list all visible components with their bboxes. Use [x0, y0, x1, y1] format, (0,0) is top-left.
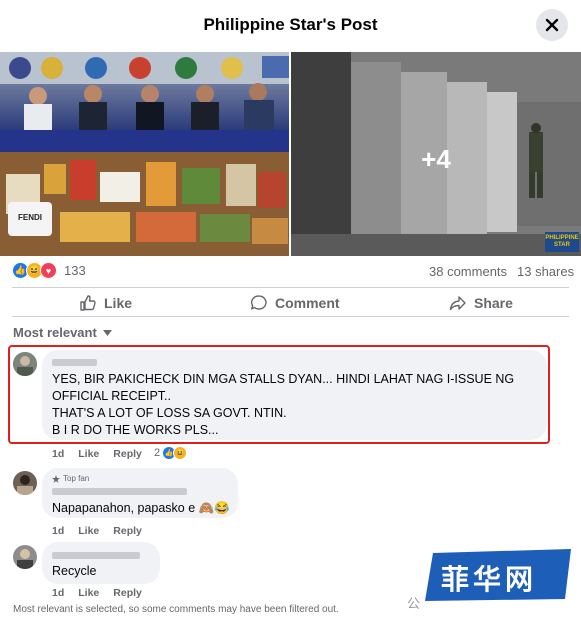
comment-bubble: Recycle [42, 542, 160, 584]
comment-bubble-icon [250, 295, 267, 310]
comment-text: Napapanahon, papasko e 🙈😂 [52, 501, 230, 515]
comment-like-link[interactable]: Like [78, 448, 99, 460]
post-header: Philippine Star's Post [0, 0, 581, 52]
comments-count-link[interactable]: 38 comments [429, 264, 507, 279]
caret-down-icon [102, 329, 112, 336]
watermark-text: 菲华网 [441, 563, 538, 596]
sort-label: Most relevant [13, 325, 97, 340]
avatar-image [13, 545, 37, 569]
photo-badge: PHILIPPINE STAR [545, 235, 579, 248]
highlight-box [8, 345, 550, 444]
comment-reply-link[interactable]: Reply [113, 587, 142, 599]
comment-bubble: Top fan Napapanahon, papasko e 🙈😂 [42, 468, 238, 518]
close-icon [545, 18, 559, 32]
poster-brand-text: FENDI [18, 213, 42, 222]
thumbs-up-icon [80, 295, 96, 311]
reaction-summary[interactable]: 👍 😆 ♥ 133 [12, 262, 86, 279]
post-photo-1[interactable]: FENDI [0, 52, 289, 256]
comment-reply-link[interactable]: Reply [113, 525, 142, 537]
comment-time[interactable]: 1d [52, 525, 64, 537]
divider-top [12, 287, 569, 288]
avatar[interactable] [13, 545, 37, 569]
comment-like-link[interactable]: Like [78, 525, 99, 537]
watermark: 公 菲华网 [407, 549, 577, 611]
comment-time[interactable]: 1d [52, 448, 64, 460]
post-photo-2[interactable]: +4 PHILIPPINE STAR [291, 52, 581, 256]
close-button[interactable] [536, 9, 568, 41]
haha-reaction-icon: 😆 [173, 446, 188, 460]
more-photos-count: +4 [421, 144, 451, 174]
comment-meta: 1d Like Reply [52, 587, 142, 599]
author-name-redacted [52, 552, 140, 559]
avatar-image [13, 471, 37, 495]
top-fan-badge: Top fan [52, 474, 89, 483]
comment-meta: 1d Like Reply [52, 525, 142, 537]
comment-reaction-count: 2 [154, 447, 161, 459]
comment-reactions[interactable]: 2 👍 😆 [154, 446, 188, 460]
love-reaction-icon: ♥ [40, 262, 57, 279]
avatar[interactable] [13, 471, 37, 495]
comment-reply-link[interactable]: Reply [113, 448, 142, 460]
top-fan-icon [52, 474, 60, 483]
shares-count-link[interactable]: 13 shares [517, 264, 574, 279]
comment-like-link[interactable]: Like [78, 587, 99, 599]
reaction-count: 133 [64, 263, 86, 278]
share-button[interactable]: Share [449, 294, 513, 312]
comment-time[interactable]: 1d [52, 587, 64, 599]
top-fan-label: Top fan [63, 474, 90, 483]
divider-bottom [12, 316, 569, 317]
like-label: Like [104, 295, 133, 311]
share-arrow-icon [449, 296, 466, 311]
watermark-prefix: 公 [407, 596, 421, 611]
press-conference-image: FENDI [0, 52, 289, 256]
author-name-redacted [52, 488, 187, 495]
comment-label: Comment [275, 295, 340, 311]
comment-meta: 1d Like Reply [52, 448, 142, 460]
share-label: Share [474, 295, 513, 311]
comment-sort-dropdown[interactable]: Most relevant [13, 325, 112, 340]
filter-note: Most relevant is selected, so some comme… [13, 604, 339, 615]
page-title: Philippine Star's Post [203, 15, 378, 34]
comment-text: Recycle [52, 564, 97, 578]
like-button[interactable]: Like [79, 294, 132, 312]
comment-button[interactable]: Comment [250, 294, 340, 312]
